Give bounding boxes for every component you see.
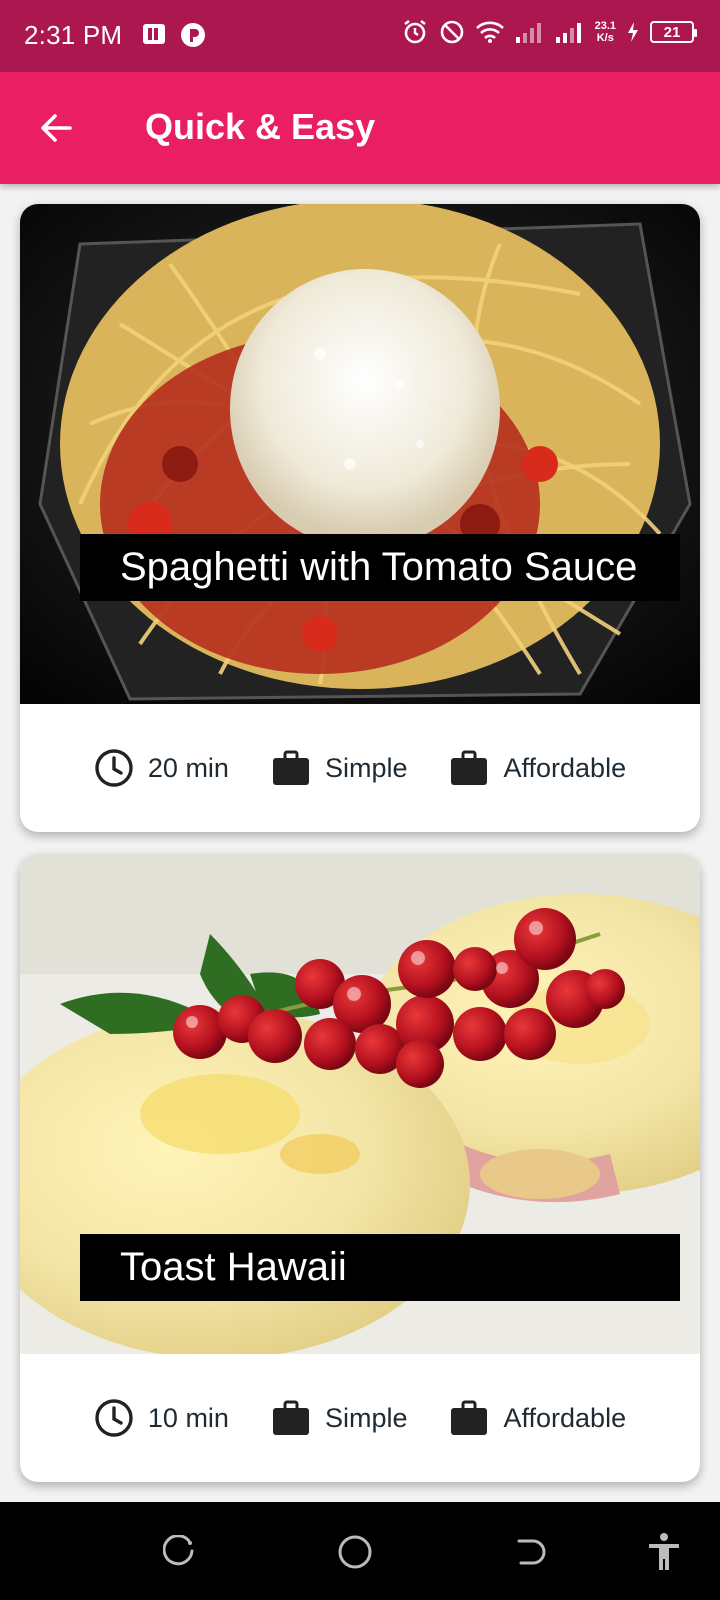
meal-meta: 20 min Simple Affordable xyxy=(20,704,700,832)
affordability-info: Affordable xyxy=(449,748,626,788)
meal-card[interactable]: Spaghetti with Tomato Sauce 20 min Simpl… xyxy=(20,204,700,832)
parking-app-icon xyxy=(143,24,165,44)
meal-title: Toast Hawaii xyxy=(80,1234,680,1301)
notification-icons xyxy=(142,22,206,48)
network-speed-unit: K/s xyxy=(596,32,614,44)
meal-list[interactable]: Spaghetti with Tomato Sauce 20 min Simpl… xyxy=(0,184,720,1502)
affordability-info: Affordable xyxy=(449,1398,626,1438)
meal-card[interactable]: Toast Hawaii 10 min Simple Affordable xyxy=(20,854,700,1482)
signal-icon-2 xyxy=(555,23,581,43)
clock-icon xyxy=(95,1399,133,1437)
recents-button[interactable] xyxy=(158,1530,202,1574)
duration-info: 20 min xyxy=(94,748,229,788)
complexity-label: Simple xyxy=(324,752,408,783)
briefcase-icon xyxy=(451,1400,488,1435)
meal-image xyxy=(20,204,700,704)
affordability-label: Affordable xyxy=(503,1402,627,1433)
duration-label: 20 min xyxy=(147,752,229,783)
spaghetti-image xyxy=(20,204,700,704)
battery-indicator: 21 xyxy=(650,21,697,43)
accessibility-button[interactable] xyxy=(642,1530,686,1574)
signal-icon-1 xyxy=(515,23,541,43)
briefcase-icon xyxy=(451,750,488,785)
meal-title: Spaghetti with Tomato Sauce xyxy=(80,534,680,601)
meal-meta: 10 min Simple Affordable xyxy=(20,1354,700,1482)
duration-label: 10 min xyxy=(147,1402,229,1433)
arrow-back-icon xyxy=(41,114,72,142)
wifi-icon xyxy=(475,21,504,43)
complexity-info: Simple xyxy=(271,748,408,788)
back-nav-button[interactable] xyxy=(508,1530,552,1574)
do-not-disturb-icon xyxy=(440,20,463,44)
network-speed-value: 23.1 xyxy=(594,20,616,32)
recents-icon xyxy=(163,1535,194,1566)
clock-icon xyxy=(95,749,133,787)
home-button[interactable] xyxy=(333,1530,377,1574)
system-nav-bar xyxy=(0,1502,720,1600)
page-title: Quick & Easy xyxy=(145,106,376,147)
back-button[interactable] xyxy=(28,100,84,156)
network-speed: 23.1 K/s xyxy=(595,20,616,44)
status-bar: 2:31 PM 23.1 K/s 21 xyxy=(0,0,720,72)
app-bar: Quick & Easy xyxy=(0,72,720,184)
accessibility-icon xyxy=(649,1533,679,1570)
pocket-app-icon xyxy=(181,23,205,47)
briefcase-icon xyxy=(272,1400,309,1435)
complexity-info: Simple xyxy=(271,1398,408,1438)
status-right: 23.1 K/s 21 xyxy=(401,18,697,46)
home-icon xyxy=(338,1535,372,1569)
briefcase-icon xyxy=(272,750,309,785)
duration-info: 10 min xyxy=(94,1398,229,1438)
back-nav-icon xyxy=(517,1539,546,1565)
complexity-label: Simple xyxy=(324,1402,408,1433)
alarm-icon xyxy=(403,20,426,44)
affordability-label: Affordable xyxy=(503,752,627,783)
status-time: 2:31 PM xyxy=(24,20,123,50)
charging-icon xyxy=(628,22,638,42)
